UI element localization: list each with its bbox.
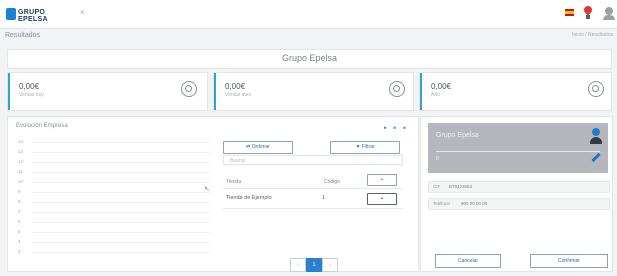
breadcrumb-path[interactable]: Inicio / Resultados bbox=[572, 32, 613, 38]
grid-line bbox=[32, 232, 210, 233]
stat-card-month: 0,00€ Ventas mes bbox=[213, 72, 414, 111]
grid-line bbox=[32, 192, 210, 193]
company-card: Grupo Epelsa 0 bbox=[428, 123, 608, 173]
grid-line bbox=[32, 252, 210, 253]
stores-panel: • • • ⇄ Ordenar ▼ Filtrar Buscar Tienda … bbox=[210, 116, 419, 272]
stat-accent-bar bbox=[8, 73, 10, 110]
info-key: Teléfono bbox=[433, 201, 451, 206]
company-avatar-icon bbox=[590, 128, 602, 146]
add-store-button[interactable]: + bbox=[367, 174, 397, 186]
grid-line bbox=[32, 212, 210, 213]
stat-accent-bar bbox=[214, 73, 216, 110]
grid-line bbox=[32, 162, 210, 163]
stat-card-year: 0,00€ Año bbox=[419, 72, 612, 111]
company-info-row: Teléfono 900 00 00 00 bbox=[428, 198, 610, 210]
user-icon-body bbox=[603, 15, 615, 20]
close-tab-icon[interactable]: × bbox=[80, 8, 85, 17]
y-tick-label: 13 bbox=[18, 149, 24, 154]
grid-line bbox=[32, 222, 210, 223]
stat-card-today: 0,00€ Ventas hoy bbox=[7, 72, 208, 111]
y-tick-label: 8 bbox=[18, 199, 21, 204]
grid-line bbox=[32, 182, 210, 183]
store-name: Tienda de Ejemplo bbox=[226, 195, 272, 201]
stat-value: 0,00€ bbox=[431, 82, 452, 91]
y-tick-label: 12 bbox=[18, 159, 24, 164]
chart-panel: Evolución Empresa 14 13 12 11 10 9 8 7 6 5 4 3 ↖ bbox=[7, 116, 212, 272]
y-tick-label: 9 bbox=[18, 189, 21, 194]
stat-value: 0,00€ bbox=[225, 82, 246, 91]
y-tick-label: 6 bbox=[18, 219, 21, 224]
spain-flag-icon[interactable] bbox=[565, 9, 574, 16]
store-row-action-button[interactable]: + bbox=[367, 193, 397, 205]
y-tick-label: 5 bbox=[18, 229, 21, 234]
location-pin-icon[interactable] bbox=[582, 4, 594, 16]
chart-title: Evolución Empresa bbox=[16, 123, 68, 129]
stat-value: 0,00€ bbox=[19, 82, 40, 91]
filter-label: Filtrar bbox=[361, 144, 375, 150]
filter-button[interactable]: ▼ Filtrar bbox=[330, 141, 400, 154]
chart-circle-icon bbox=[588, 81, 604, 97]
grid-line bbox=[32, 142, 210, 143]
chart-circle-icon bbox=[181, 81, 197, 97]
pagination-prev-button[interactable]: ‹ bbox=[290, 258, 306, 272]
table-divider bbox=[223, 188, 403, 189]
store-code: 1 bbox=[322, 195, 326, 201]
user-icon[interactable] bbox=[605, 7, 613, 15]
company-info-row: CIF B78423653 bbox=[428, 181, 610, 193]
logo-text: GRUPO EPELSA bbox=[18, 9, 48, 23]
table-divider bbox=[223, 208, 403, 209]
search-input[interactable]: Buscar bbox=[223, 155, 403, 165]
y-tick-label: 10 bbox=[18, 179, 24, 184]
page-title-bar: Grupo Epelsa bbox=[7, 49, 612, 69]
grid-line bbox=[32, 172, 210, 173]
edit-pencil-icon[interactable] bbox=[591, 152, 601, 163]
more-options-icon[interactable]: • • • bbox=[384, 123, 408, 133]
stat-label: Ventas hoy bbox=[19, 92, 44, 98]
order-label: Ordenar bbox=[251, 144, 270, 150]
info-key: CIF bbox=[433, 184, 441, 189]
location-pin-base bbox=[586, 15, 590, 19]
grid-line bbox=[32, 202, 210, 203]
pagination-page-button[interactable]: 1 bbox=[306, 258, 322, 272]
chart-circle-icon bbox=[389, 81, 405, 97]
mouse-cursor-icon: ↖ bbox=[204, 186, 210, 193]
company-sub: 0 bbox=[436, 156, 439, 162]
y-tick-label: 7 bbox=[18, 209, 21, 214]
card-divider bbox=[436, 151, 600, 152]
order-button[interactable]: ⇄ Ordenar bbox=[223, 141, 293, 154]
page-title: Grupo Epelsa bbox=[281, 53, 338, 63]
breadcrumb-page: Resultados bbox=[5, 32, 41, 39]
pagination-next-button[interactable]: › bbox=[322, 258, 338, 272]
grid-line bbox=[32, 242, 210, 243]
column-header-store: Tienda bbox=[226, 179, 242, 185]
column-header-code: Código bbox=[324, 179, 340, 185]
breadcrumb: Resultados Inicio / Resultados bbox=[0, 29, 617, 45]
company-logo[interactable]: GRUPO EPELSA bbox=[6, 8, 66, 23]
grid-line bbox=[32, 152, 210, 153]
info-value: B78423653 bbox=[449, 184, 473, 189]
info-value: 900 00 00 00 bbox=[461, 201, 488, 206]
stat-label: Ventas mes bbox=[225, 92, 252, 98]
y-tick-label: 3 bbox=[18, 249, 21, 254]
y-tick-label: 14 bbox=[18, 139, 24, 144]
logo-mark-icon bbox=[6, 8, 16, 20]
stat-accent-bar bbox=[420, 73, 422, 110]
cancel-button[interactable]: Cancelar bbox=[435, 254, 501, 268]
confirm-button[interactable]: Confirmar bbox=[530, 254, 608, 268]
top-bar: GRUPO EPELSA × bbox=[0, 0, 617, 29]
y-tick-label: 4 bbox=[18, 239, 21, 244]
y-tick-label: 11 bbox=[18, 169, 23, 174]
stat-label: Año bbox=[431, 92, 440, 98]
company-name: Grupo Epelsa bbox=[436, 132, 479, 139]
